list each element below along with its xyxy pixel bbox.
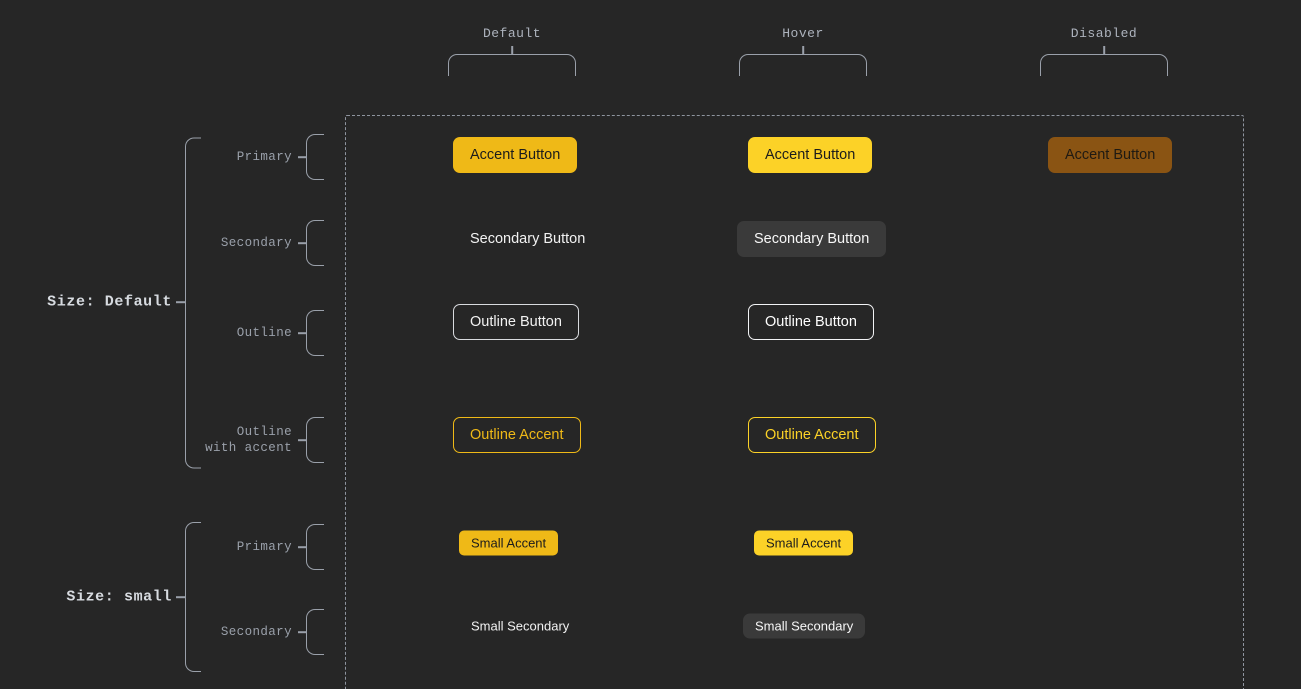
button-outline-default-default[interactable]: Outline Button [453,304,579,340]
row-brace-tick [298,332,306,334]
row-brace [306,609,324,655]
row-label-2: Outline [237,325,292,341]
row-brace [306,524,324,570]
button-outline-accent-default-hover[interactable]: Outline Accent [748,417,876,453]
button-outline-accent-default-default[interactable]: Outline Accent [453,417,581,453]
column-brace [1040,54,1168,76]
row-brace-tick [298,631,306,633]
column-header-default: Default [483,26,541,41]
row-brace [306,220,324,266]
button-accent-default-hover[interactable]: Accent Button [748,137,872,173]
row-brace [306,417,324,463]
row-label-5: Secondary [221,624,292,640]
row-brace-tick [298,156,306,158]
button-accent-small-default[interactable]: Small Accent [459,531,558,556]
column-brace [448,54,576,76]
button-accent-default-default[interactable]: Accent Button [453,137,577,173]
button-secondary-small-hover[interactable]: Small Secondary [743,614,865,639]
button-secondary-default-default[interactable]: Secondary Button [453,221,602,257]
row-brace [306,134,324,180]
row-brace-tick [298,439,306,441]
row-label-3: Outline with accent [205,424,292,456]
button-accent-small-hover[interactable]: Small Accent [754,531,853,556]
column-header-hover: Hover [782,26,824,41]
column-brace [739,54,867,76]
column-header-disabled: Disabled [1071,26,1137,41]
row-brace-tick [298,546,306,548]
size-group-brace [185,137,201,468]
size-brace-tick [176,596,185,598]
row-label-1: Secondary [221,235,292,251]
button-secondary-default-hover[interactable]: Secondary Button [737,221,886,257]
size-brace-tick [176,301,185,303]
row-brace-tick [298,242,306,244]
size-group-brace [185,522,201,672]
row-label-0: Primary [237,149,292,165]
row-label-4: Primary [237,539,292,555]
size-group-label-0: Size: Default [47,294,172,311]
button-accent-default-disabled: Accent Button [1048,137,1172,173]
row-brace [306,310,324,356]
size-group-label-1: Size: small [66,589,172,606]
button-showcase-canvas: Default Hover Disabled Size: Default Size: … [0,0,1301,689]
dashed-frame [345,115,1244,689]
button-secondary-small-default[interactable]: Small Secondary [459,614,581,639]
button-outline-default-hover[interactable]: Outline Button [748,304,874,340]
